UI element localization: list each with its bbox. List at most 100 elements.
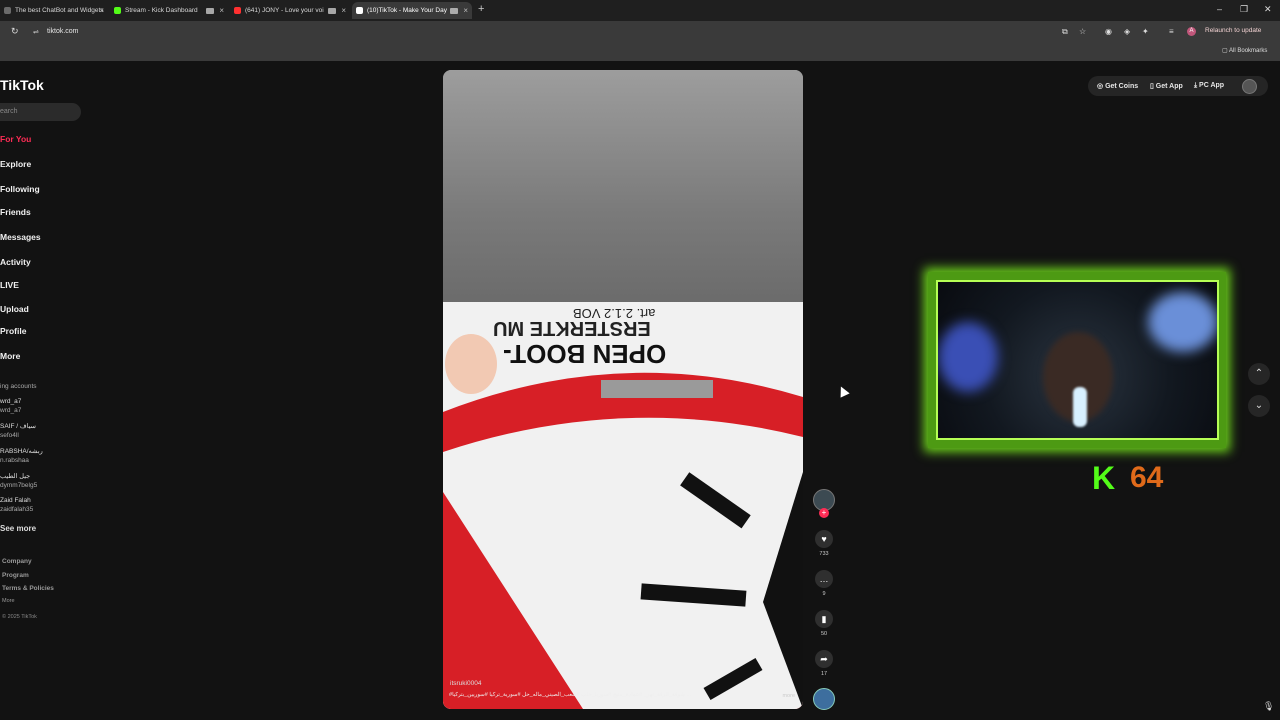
- puzzle-icon[interactable]: ✦: [1142, 27, 1149, 36]
- bookmark-icon[interactable]: ▮: [815, 610, 833, 628]
- profile-avatar[interactable]: A: [1187, 27, 1196, 36]
- get-coins-button[interactable]: ◎ Get Coins: [1097, 82, 1138, 90]
- all-bookmarks-label: All Bookmarks: [1229, 48, 1268, 54]
- extension-icon[interactable]: ◈: [1124, 27, 1130, 36]
- tab-favicon-icon: [234, 7, 241, 14]
- site-info-icon[interactable]: ⇌: [33, 28, 39, 36]
- heart-icon[interactable]: ♥: [815, 530, 833, 548]
- close-icon[interactable]: ×: [341, 6, 346, 15]
- footer-link[interactable]: Company: [2, 558, 32, 565]
- nav-friends[interactable]: Friends: [0, 207, 31, 217]
- account-item[interactable]: RABSHA/ربشه n.rabshaa: [0, 448, 43, 465]
- account-item[interactable]: جيل الطيب dymm7belg5: [0, 473, 37, 490]
- tab-favicon-icon: [4, 7, 11, 14]
- star-icon[interactable]: ☆: [1079, 27, 1086, 36]
- share-action[interactable]: ➦ 17: [813, 650, 835, 677]
- kick-viewer-counter: K 64: [1092, 460, 1174, 496]
- footer-link[interactable]: Program: [2, 572, 29, 579]
- follow-plus-icon[interactable]: +: [819, 508, 829, 518]
- new-tab-icon[interactable]: +: [478, 3, 484, 15]
- extension-icon[interactable]: ◉: [1105, 27, 1112, 36]
- see-more-link[interactable]: See more: [0, 524, 36, 533]
- comment-count: 9: [822, 591, 826, 597]
- like-count: 733: [819, 551, 829, 557]
- tab-title: Stream - Kick Dashboard: [125, 7, 198, 14]
- pc-app-label: PC App: [1199, 82, 1225, 89]
- comment-icon[interactable]: …: [815, 570, 833, 588]
- following-accounts-heading: ing accounts: [0, 383, 37, 390]
- nav-more[interactable]: More: [0, 351, 20, 361]
- cast-icon: [450, 7, 458, 14]
- microphone-icon[interactable]: 🎙: [1263, 701, 1274, 712]
- close-icon[interactable]: ×: [219, 6, 224, 15]
- minimize-icon[interactable]: –: [1217, 4, 1222, 14]
- cast-icon: [206, 7, 214, 14]
- account-item[interactable]: SAIF / سياف sefo4ll: [0, 423, 36, 440]
- save-action[interactable]: ▮ 50: [813, 610, 835, 637]
- video-player[interactable]: art. 2.1.2 VOB ERSTERKTE MU OPEN BOOT- i…: [443, 70, 803, 709]
- address-field[interactable]: ⇌ tiktok.com: [30, 24, 1180, 40]
- tab-title: The best ChatBot and Widgets: [15, 7, 104, 14]
- restore-icon[interactable]: ❐: [1240, 4, 1248, 15]
- all-bookmarks-button[interactable]: ▢ All Bookmarks: [1222, 47, 1267, 54]
- install-icon[interactable]: ⧉: [1062, 27, 1068, 37]
- browser-tab[interactable]: (641) JONY - Love your voi ×: [230, 2, 350, 19]
- relaunch-button[interactable]: Relaunch to update: [1205, 27, 1261, 34]
- search-placeholder: earch: [0, 108, 18, 115]
- viewer-count: 64: [1130, 461, 1164, 494]
- tiktok-logo[interactable]: TikTok: [0, 77, 44, 93]
- get-app-button[interactable]: ▯ Get App: [1150, 82, 1183, 90]
- share-icon[interactable]: ➦: [815, 650, 833, 668]
- sign-text: OPEN BOOT-: [503, 339, 667, 369]
- footer-link[interactable]: More: [2, 598, 15, 604]
- media-icon[interactable]: ≡: [1169, 27, 1174, 36]
- video-frame-wall: [443, 70, 803, 310]
- browser-tab-active[interactable]: (10)TikTok - Make Your Day ×: [352, 2, 472, 19]
- pc-app-button[interactable]: ⤓ PC App: [1194, 82, 1224, 90]
- footer-link[interactable]: Terms & Policies: [2, 585, 54, 592]
- account-name: Zaid Falah: [0, 497, 31, 504]
- webcam-feed: [936, 280, 1219, 440]
- tab-title: (641) JONY - Love your voi: [245, 7, 324, 14]
- nav-live[interactable]: LIVE: [0, 280, 19, 290]
- account-handle: n.rabshaa: [0, 456, 29, 464]
- browser-tab[interactable]: The best ChatBot and Widgets ×: [0, 2, 108, 19]
- browser-tab[interactable]: Stream - Kick Dashboard ×: [110, 2, 228, 19]
- comment-action[interactable]: … 9: [813, 570, 835, 597]
- tab-favicon-icon: [114, 7, 121, 14]
- reload-icon[interactable]: ↻: [11, 26, 19, 37]
- window-close-icon[interactable]: ✕: [1264, 4, 1272, 15]
- user-avatar[interactable]: [1242, 79, 1257, 94]
- account-name: جيل الطيب: [0, 473, 31, 480]
- account-item[interactable]: wrd_a7 wrd_a7: [0, 398, 21, 415]
- nav-activity[interactable]: Activity: [0, 257, 31, 267]
- nav-upload[interactable]: Upload: [0, 304, 29, 314]
- get-coins-label: Get Coins: [1105, 83, 1139, 90]
- bookmarks-bar: [0, 43, 1280, 61]
- chevron-down-icon[interactable]: ⌄: [1248, 395, 1270, 417]
- nav-for-you[interactable]: For You: [0, 134, 31, 144]
- chevron-up-icon[interactable]: ⌃: [1248, 363, 1270, 385]
- caption-more-button[interactable]: more: [782, 693, 795, 699]
- microphone-shape: [1073, 387, 1087, 427]
- account-item[interactable]: Zaid Falah zaidfalah35: [0, 497, 33, 514]
- url-text[interactable]: tiktok.com: [47, 28, 79, 35]
- nav-profile[interactable]: Profile: [0, 326, 26, 336]
- mouse-cursor-icon: [836, 384, 850, 398]
- account-name: wrd_a7: [0, 398, 22, 405]
- close-icon[interactable]: ×: [463, 6, 468, 15]
- nav-explore[interactable]: Explore: [0, 159, 31, 169]
- account-name: RABSHA/ربشه: [0, 448, 43, 455]
- music-disc-icon[interactable]: [813, 688, 835, 710]
- browser-tab-bar: The best ChatBot and Widgets × Stream - …: [0, 0, 1280, 21]
- close-icon[interactable]: ×: [99, 6, 104, 15]
- share-count: 17: [820, 671, 828, 677]
- search-input[interactable]: earch: [0, 103, 81, 121]
- nav-following[interactable]: Following: [0, 184, 40, 194]
- nav-messages[interactable]: Messages: [0, 232, 41, 242]
- video-username[interactable]: itsruki0004: [450, 680, 481, 687]
- cast-icon: [328, 7, 336, 14]
- top-actions: ◎ Get Coins ▯ Get App ⤓ PC App: [1088, 76, 1268, 96]
- like-action[interactable]: ♥ 733: [813, 530, 835, 557]
- account-handle: dymm7belg5: [0, 481, 38, 489]
